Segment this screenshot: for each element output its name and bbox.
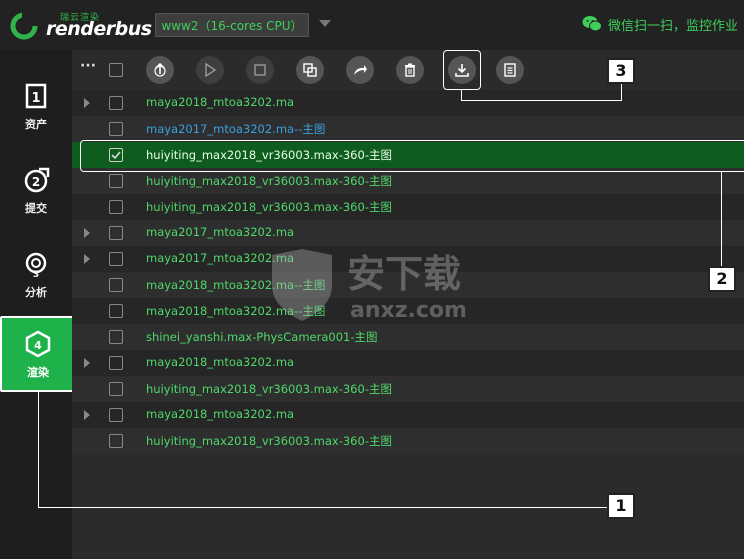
expand-arrow-icon[interactable] [84, 228, 90, 238]
job-name: shinei_yanshi.max-PhysCamera001-主图 [146, 330, 378, 344]
table-row[interactable]: huiyiting_max2018_vr36003.max-360-主图 [72, 194, 744, 220]
log-icon [504, 63, 516, 77]
submit-icon: 2 [24, 167, 50, 193]
wechat-text: 微信扫一扫，监控作业 [608, 18, 739, 34]
render-icon: 4 [25, 330, 51, 358]
callout-line-3 [461, 90, 462, 100]
toolbar: ··· [72, 50, 744, 90]
callout-line-3 [461, 100, 621, 101]
expand-arrow-icon[interactable] [84, 98, 90, 108]
row-checkbox[interactable] [109, 226, 123, 240]
row-checkbox[interactable] [109, 330, 123, 344]
renderbus-logo: 瑞云渲染 renderbus [10, 8, 152, 42]
copy-button[interactable] [296, 56, 324, 84]
logo-mark-icon [10, 12, 38, 40]
sidebar-item-label: 资产 [25, 118, 47, 131]
table-row-selected[interactable]: huiyiting_max2018_vr36003.max-360-主图 [72, 142, 744, 168]
job-name: huiyiting_max2018_vr36003.max-360-主图 [146, 382, 392, 396]
copy-icon [303, 63, 317, 77]
row-checkbox[interactable] [109, 96, 123, 110]
row-checkbox[interactable] [109, 304, 123, 318]
upload-icon [154, 62, 166, 77]
job-name: maya2018_mtoa3202.ma [146, 355, 295, 369]
cpu-select[interactable]: www2（16-cores CPU） [155, 13, 309, 37]
callout-1: 1 [607, 493, 635, 519]
start-button[interactable] [196, 56, 224, 84]
row-checkbox[interactable] [109, 434, 123, 448]
analyze-icon: 3 [25, 252, 47, 278]
row-checkbox[interactable] [109, 356, 123, 370]
chevron-down-icon[interactable] [319, 20, 331, 27]
callout-line-2 [721, 172, 722, 266]
sidebar: 1 资产 2 提交 3 分析 4 渲染 [0, 50, 76, 559]
sidebar-item-analyze[interactable]: 3 分析 [0, 238, 72, 314]
top-bar: 瑞云渲染 renderbus www2（16-cores CPU） 微信扫一扫，… [0, 0, 744, 50]
table-row[interactable]: huiyiting_max2018_vr36003.max-360-主图 [72, 168, 744, 194]
job-name: huiyiting_max2018_vr36003.max-360-主图 [146, 148, 392, 162]
sidebar-item-assets[interactable]: 1 资产 [0, 70, 72, 146]
job-name: maya2017_mtoa3202.ma [146, 225, 295, 239]
row-checkbox[interactable] [109, 382, 123, 396]
table-row[interactable]: shinei_yanshi.max-PhysCamera001-主图 [72, 324, 744, 350]
assets-icon: 1 [25, 83, 47, 109]
watermark-cn: 安下载 [347, 252, 461, 296]
row-checkbox[interactable] [109, 122, 123, 136]
select-all-checkbox[interactable] [109, 63, 123, 77]
callout-line-1 [38, 507, 607, 508]
row-checkbox[interactable] [109, 408, 123, 422]
wechat-monitor[interactable]: 微信扫一扫，监控作业 [582, 14, 738, 34]
row-checkbox[interactable] [109, 252, 123, 266]
row-checkbox[interactable] [109, 174, 123, 188]
sidebar-item-num: 2 [32, 175, 40, 189]
callout-line-1 [38, 390, 39, 507]
delete-button[interactable] [396, 56, 424, 84]
stop-icon [254, 64, 266, 76]
table-row[interactable]: maya2018_mtoa3202.ma [72, 90, 744, 116]
stop-button[interactable] [246, 56, 274, 84]
job-name: huiyiting_max2018_vr36003.max-360-主图 [146, 174, 392, 188]
row-checkbox-checked[interactable] [109, 148, 123, 162]
checkmark-icon [111, 151, 121, 160]
callout-line-3 [621, 84, 622, 101]
sidebar-item-render[interactable]: 4 渲染 [0, 316, 76, 392]
expand-arrow-icon[interactable] [84, 254, 90, 264]
expand-arrow-icon[interactable] [84, 358, 90, 368]
job-name: huiyiting_max2018_vr36003.max-360-主图 [146, 200, 392, 214]
redo-icon [354, 65, 367, 75]
more-menu-button[interactable]: ··· [80, 58, 96, 74]
sidebar-item-submit[interactable]: 2 提交 [0, 154, 72, 230]
resubmit-button[interactable] [346, 56, 374, 84]
sidebar-item-num: 4 [34, 339, 42, 352]
callout-3: 3 [607, 58, 635, 84]
table-row[interactable]: maya2017_mtoa3202.ma [72, 220, 744, 246]
table-row[interactable]: maya2017_mtoa3202.ma--主图 [72, 116, 744, 142]
job-name: maya2018_mtoa3202.ma [146, 407, 295, 421]
table-row[interactable]: maya2018_mtoa3202.ma [72, 402, 744, 428]
job-name: maya2017_mtoa3202.ma--主图 [146, 122, 326, 136]
sidebar-item-num: 1 [31, 91, 40, 106]
expand-arrow-icon[interactable] [84, 410, 90, 420]
watermark: 安下载 anxz.com [272, 249, 467, 323]
play-icon [205, 62, 217, 78]
sidebar-item-label: 提交 [25, 202, 47, 215]
callout-2: 2 [708, 266, 736, 292]
job-name: maya2018_mtoa3202.ma [146, 95, 295, 109]
log-button[interactable] [496, 56, 524, 84]
delete-icon [405, 63, 415, 77]
table-row[interactable]: maya2018_mtoa3202.ma [72, 350, 744, 376]
table-row[interactable]: huiyiting_max2018_vr36003.max-360-主图 [72, 376, 744, 402]
row-checkbox[interactable] [109, 200, 123, 214]
download-highlight-box [443, 50, 481, 90]
upload-button[interactable] [146, 56, 174, 84]
wechat-icon [582, 16, 602, 32]
job-name: huiyiting_max2018_vr36003.max-360-主图 [146, 434, 392, 448]
sidebar-item-num: 3 [33, 270, 39, 278]
sidebar-item-label: 渲染 [27, 366, 49, 379]
watermark-en: anxz.com [350, 298, 467, 323]
table-row[interactable]: huiyiting_max2018_vr36003.max-360-主图 [72, 428, 744, 454]
sidebar-item-label: 分析 [25, 286, 47, 299]
logo-text-en: renderbus [46, 18, 152, 40]
row-checkbox[interactable] [109, 278, 123, 292]
